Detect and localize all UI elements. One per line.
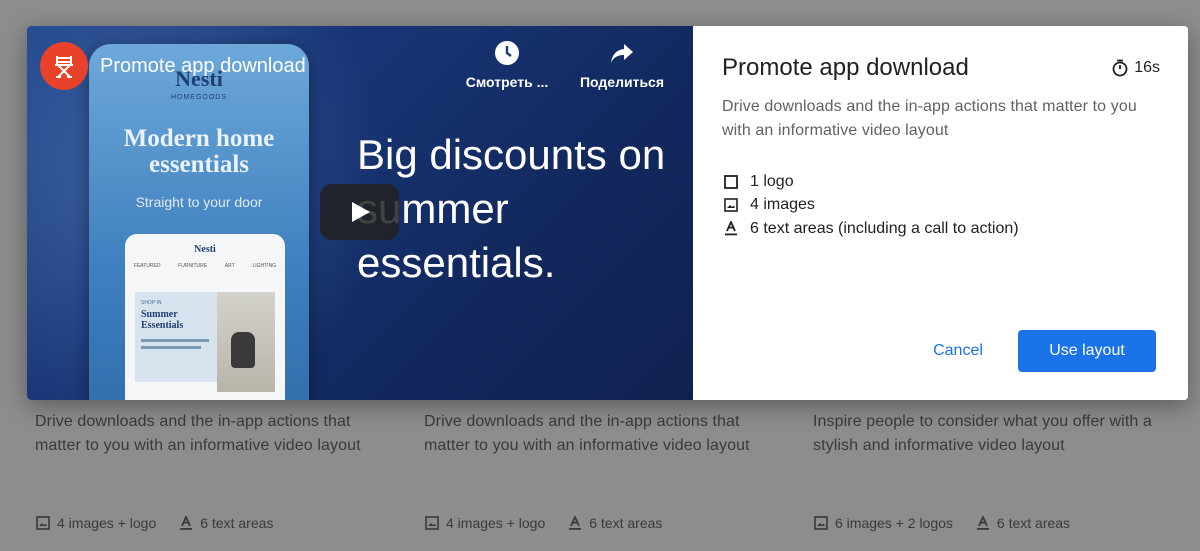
card-description: Inspire people to consider what you offe… [813, 413, 1152, 454]
ad-brand-sub: HOMEGOODS [170, 94, 228, 101]
spec-logo: 1 logo [722, 170, 1019, 194]
layout-title: Promote app download [722, 54, 969, 81]
text-icon [722, 221, 740, 237]
ad-nav-item: ART [224, 263, 235, 269]
ad-nav-item: LIGHTING [252, 263, 277, 269]
spec-text-areas: 6 text areas (including a call to action… [722, 217, 1019, 241]
use-layout-button[interactable]: Use layout [1018, 330, 1156, 372]
cancel-button[interactable]: Cancel [915, 331, 1001, 371]
share-label: Поделиться [579, 74, 665, 90]
image-icon [722, 197, 740, 213]
card-description: Drive downloads and the in-app actions t… [424, 413, 750, 454]
video-header: Promote app download [40, 42, 306, 90]
layout-specs: 1 logo 4 images 6 text areas (including … [722, 170, 1019, 241]
text-icon [975, 515, 991, 531]
spec-label: 4 images [750, 196, 815, 214]
layout-description: Drive downloads and the in-app actions t… [722, 98, 1137, 139]
ad-nav-item: FEATURED [133, 263, 161, 269]
ad-feature-title: Summer Essentials [141, 309, 184, 331]
card-meta: 4 images + logo 6 text areas [35, 515, 273, 531]
ad-inner-nav: FEATURED FURNITURE ART LIGHTING [125, 263, 285, 269]
card-text-areas: 6 text areas [589, 515, 663, 531]
ad-big-text: Big discounts on summer essentials. [357, 131, 666, 286]
ad-tagline: Straight to your door [135, 194, 263, 210]
card-images-count: 4 images + logo [446, 515, 546, 531]
image-icon [813, 515, 829, 531]
director-chair-icon[interactable] [40, 42, 88, 90]
layout-duration: 16s [1112, 59, 1160, 77]
ad-feature-kicker: SHOP IN [141, 300, 162, 306]
card-images-count: 4 images + logo [57, 515, 157, 531]
ad-headline: Modern home essentials [123, 125, 275, 178]
video-player[interactable]: Nesti HOMEGOODS Modern home essentials S… [27, 26, 693, 400]
card-images-count: 6 images + 2 logos [835, 515, 953, 531]
spec-images: 4 images [722, 194, 1019, 218]
card-text-areas: 6 text areas [996, 515, 1071, 531]
ad-inner-brand: Nesti [194, 244, 216, 255]
spec-label: 6 text areas (including a call to action… [750, 219, 1019, 237]
ad-feature-block: SHOP IN Summer Essentials [135, 292, 217, 382]
clock-icon [457, 40, 557, 66]
watch-later-label: Смотреть ... [465, 74, 549, 90]
ad-product-photo [217, 292, 275, 392]
watch-later-button[interactable]: Смотреть ... [457, 40, 557, 90]
card-text-areas: 6 text areas [200, 515, 274, 531]
share-button[interactable]: Поделиться [572, 40, 672, 90]
spec-label: 1 logo [750, 172, 794, 190]
card-meta: 6 images + 2 logos 6 text areas [813, 515, 1070, 531]
card-meta: 4 images + logo 6 text areas [424, 515, 662, 531]
ad-phone-mockup: Nesti HOMEGOODS Modern home essentials S… [89, 44, 309, 400]
text-icon [178, 515, 194, 531]
duration-value: 16s [1134, 59, 1160, 76]
layout-preview-dialog: Nesti HOMEGOODS Modern home essentials S… [27, 26, 1188, 400]
card-description: Drive downloads and the in-app actions t… [35, 413, 361, 454]
image-icon [35, 515, 51, 531]
play-button[interactable] [320, 184, 399, 240]
timer-icon [1112, 59, 1128, 77]
square-icon [722, 174, 740, 190]
layout-details-panel: Promote app download 16s Drive downloads… [693, 26, 1188, 400]
text-icon [567, 515, 583, 531]
share-icon [572, 40, 672, 66]
ad-inner-screen: Nesti FEATURED FURNITURE ART LIGHTING SH… [125, 234, 285, 400]
image-icon [424, 515, 440, 531]
video-title[interactable]: Promote app download [100, 55, 306, 78]
ad-nav-item: FURNITURE [178, 263, 208, 269]
play-icon [351, 202, 370, 222]
